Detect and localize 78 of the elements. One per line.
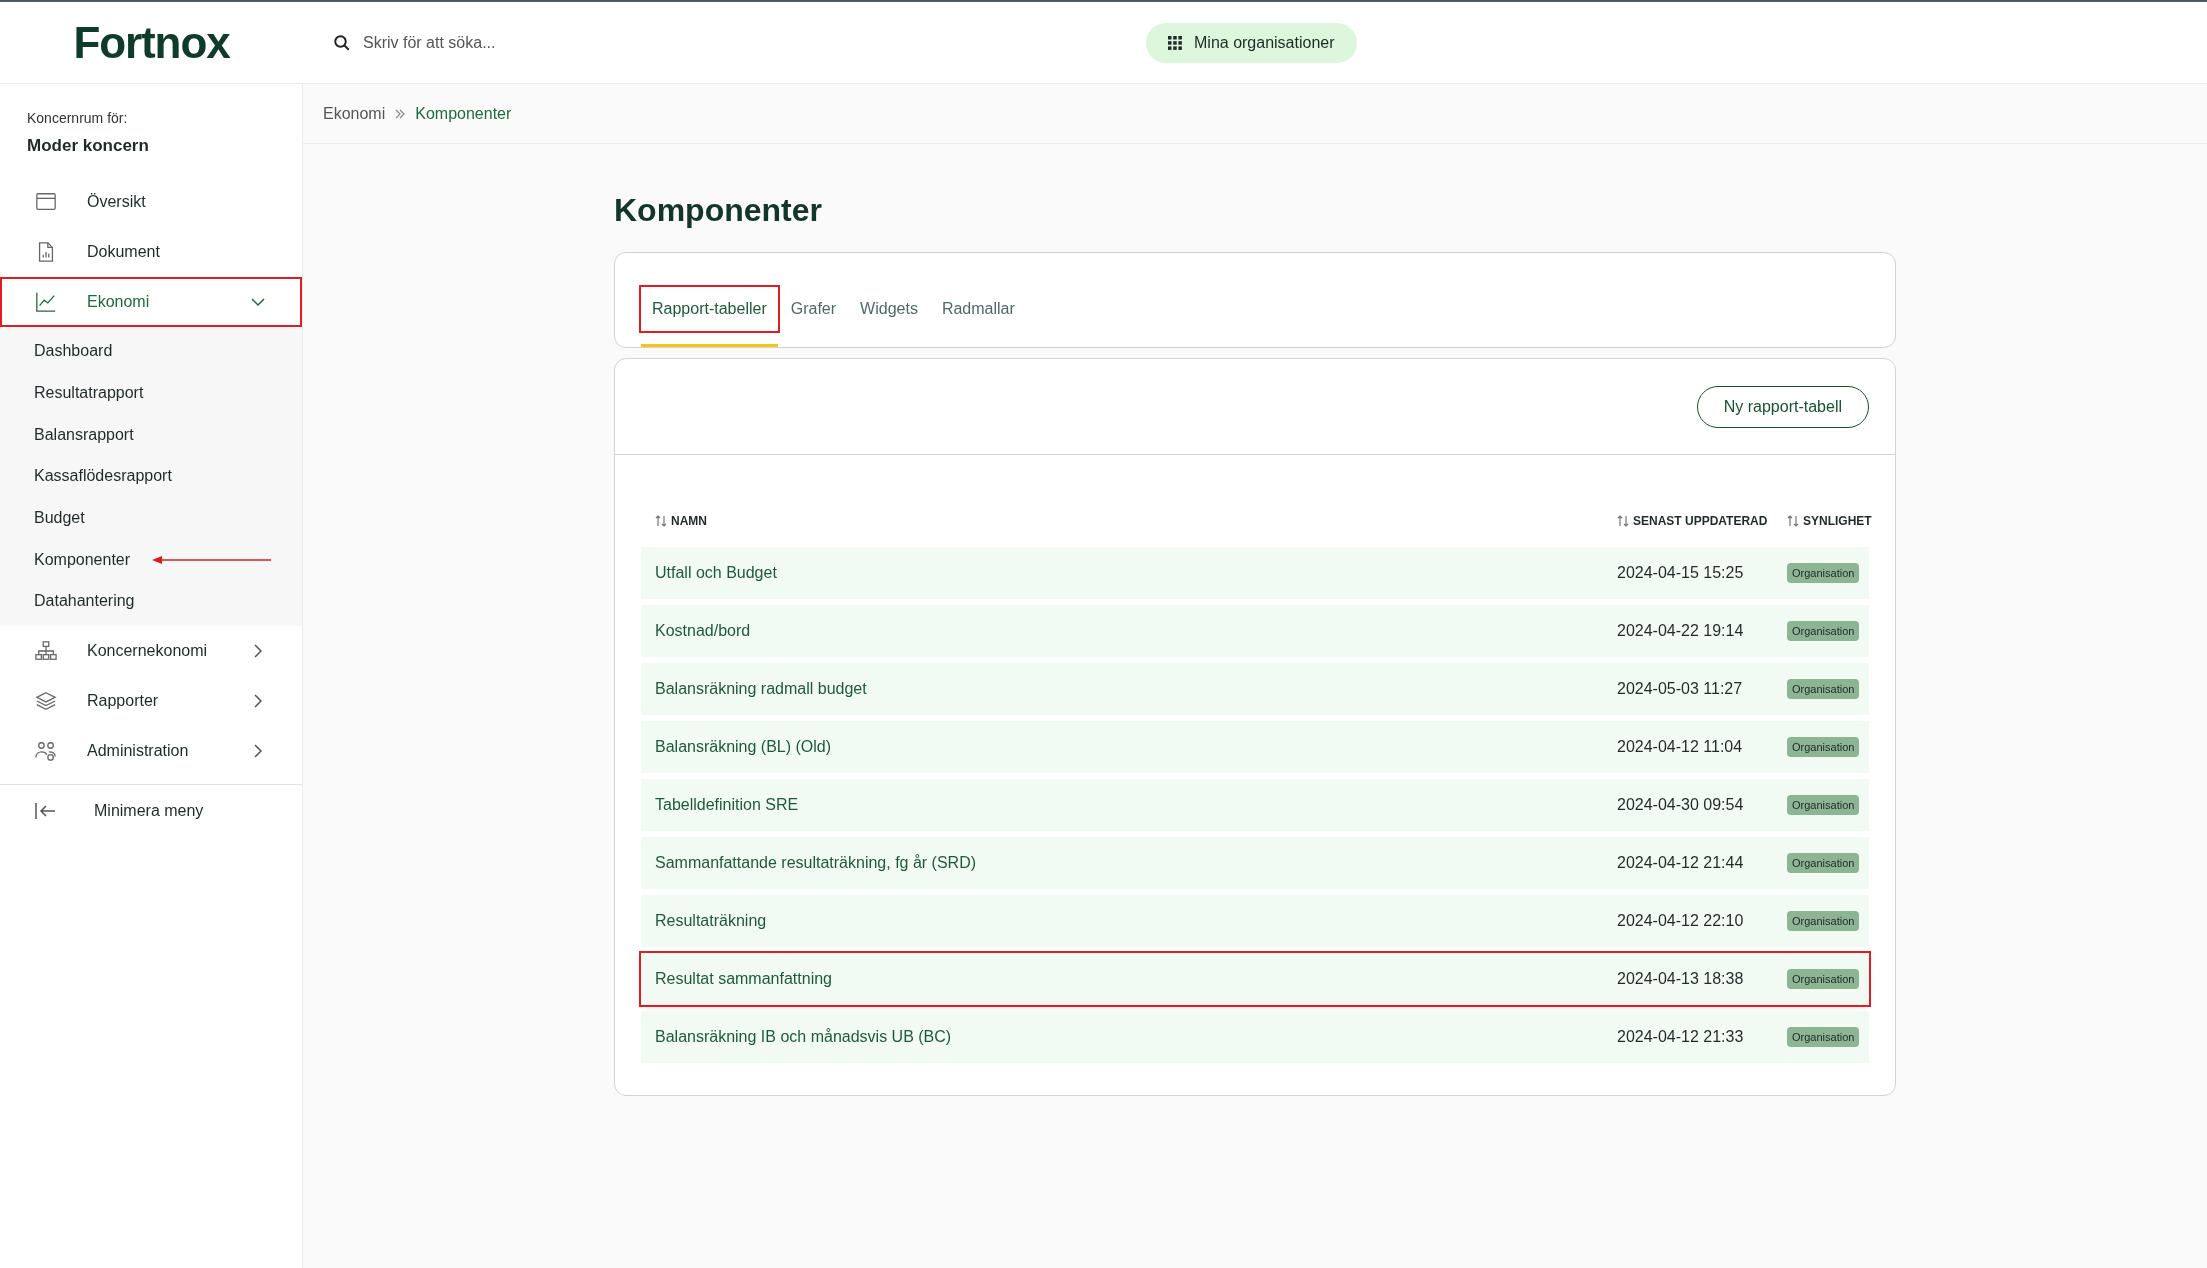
column-header[interactable]: SENAST UPPDATERAD [1633,512,1768,530]
table-row[interactable]: Resultaträkning 2024-04-12 22:10 Organisation [641,895,1869,947]
report-name-link[interactable]: Balansräkning IB och månadsvis UB (BC) [641,1025,1617,1049]
tab[interactable]: Radmallar [930,281,1026,347]
visibility-tag: Organisation [1787,968,1860,990]
submenu-item[interactable]: Balansrapport [0,422,134,447]
sidebar-item[interactable]: Rapporter [0,676,302,727]
breadcrumb-separator-icon [395,108,406,119]
table-row[interactable]: Resultat sammanfattning 2024-04-13 18:38 Organisation [641,953,1869,1005]
submenu-item[interactable]: Kassaflödesrapport [0,464,172,489]
report-name-link[interactable]: Resultaträkning [641,909,1617,933]
submenu-item[interactable]: Datahantering [0,589,135,614]
visibility-tag: Organisation [1787,794,1860,816]
logo[interactable]: Fortnox [73,9,230,76]
visibility-tag: Organisation [1787,736,1860,758]
submenu-item[interactable]: Komponenter [0,547,131,572]
collapse-menu-button[interactable]: Minimera meny [0,785,302,838]
column-header[interactable]: SYNLIGHET [1803,512,1872,530]
table-row[interactable]: Balansräkning (BL) (Old) 2024-04-12 11:04 Organisation [641,721,1869,773]
breadcrumb-link[interactable]: Ekonomi [323,101,386,126]
updated-date: 2024-04-12 21:33 [1617,1027,1745,1047]
tab[interactable]: Grafer [779,281,848,347]
visibility-tag: Organisation [1787,910,1860,932]
report-name-link[interactable]: Resultat sammanfattning [641,967,1617,991]
report-name-link[interactable]: Utfall och Budget [641,561,1617,585]
report-name-link[interactable]: Balansräkning radmall budget [641,677,1617,701]
window-icon [35,190,57,213]
organizations-button[interactable]: Mina organisationer [1146,22,1357,63]
submenu-item[interactable]: Dashboard [0,339,113,364]
sidebar-item[interactable]: Dokument [0,226,302,277]
collapse-left-icon [35,802,57,821]
column-header[interactable]: NAMN [671,512,707,530]
context-label: Koncernrum för: [27,109,129,128]
breadcrumb-link[interactable]: Komponenter [415,101,512,126]
report-name-link[interactable]: Sammanfattande resultaträkning, fg år (SRD) [641,851,1617,875]
updated-date: 2024-04-12 22:10 [1617,911,1745,931]
new-table-button[interactable]: Ny rapport-tabell [1696,385,1869,428]
updated-date: 2024-05-03 11:27 [1617,679,1744,699]
sort-icon[interactable] [655,515,667,527]
sort-icon[interactable] [1617,515,1629,527]
updated-date: 2024-04-15 15:25 [1617,563,1745,583]
visibility-tag: Organisation [1787,1026,1860,1048]
search-field[interactable]: Skriv för att söka... [363,30,963,55]
updated-date: 2024-04-30 09:54 [1617,795,1745,815]
table-row[interactable]: Balansräkning radmall budget 2024-05-03 11:27 Organisation [641,663,1869,715]
page-title: Komponenter [614,191,823,230]
sidebar-item[interactable]: Administration [0,726,302,777]
sidebar-item[interactable]: Koncernekonomi [0,626,302,677]
table-row[interactable]: Balansräkning IB och månadsvis UB (BC) 2024-04-12 21:33 Organisation [641,1011,1869,1063]
report-name-link[interactable]: Tabelldefinition SRE [641,793,1617,817]
updated-date: 2024-04-12 11:04 [1617,737,1744,757]
table-row[interactable]: Utfall och Budget 2024-04-15 15:25 Organisation [641,547,1869,599]
visibility-tag: Organisation [1787,852,1860,874]
tab[interactable]: Rapport-tabeller [641,281,778,347]
submenu-item[interactable]: Resultatrapport [0,381,144,406]
context-name: Moder koncern [27,135,150,157]
visibility-tag: Organisation [1787,620,1860,642]
updated-date: 2024-04-22 19:14 [1617,621,1745,641]
search-icon [333,33,351,52]
layers-icon [35,690,57,713]
table-row[interactable]: Tabelldefinition SRE 2024-04-30 09:54 Organisation [641,779,1869,831]
report-name-link[interactable]: Kostnad/bord [641,619,1617,643]
updated-date: 2024-04-12 21:44 [1617,853,1745,873]
hierarchy-icon [35,640,57,663]
submenu-item[interactable]: Budget [0,506,85,531]
table-row[interactable]: Sammanfattande resultaträkning, fg år (SRD) 2024-04-12 21:44 Organisation [641,837,1869,889]
table-row[interactable]: Kostnad/bord 2024-04-22 19:14 Organisation [641,605,1869,657]
sidebar-item[interactable]: Översikt [0,176,302,227]
tab[interactable]: Widgets [849,281,929,347]
report-name-link[interactable]: Balansräkning (BL) (Old) [641,735,1617,759]
users-gear-icon [35,740,57,763]
visibility-tag: Organisation [1787,678,1860,700]
line-chart-icon [35,290,57,313]
sidebar-item[interactable]: Ekonomi [0,276,302,327]
updated-date: 2024-04-13 18:38 [1617,969,1745,989]
grid-icon [1168,35,1182,50]
sort-icon[interactable] [1787,515,1799,527]
visibility-tag: Organisation [1787,562,1860,584]
